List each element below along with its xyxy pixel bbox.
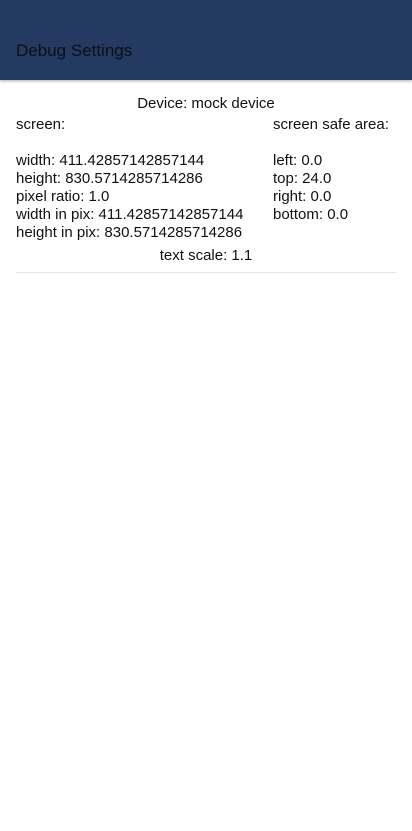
page-title: Debug Settings [16,41,133,60]
safe-area-right: right: 0.0 [273,188,332,205]
safe-area-header: screen safe area: [273,116,389,133]
screen-header: screen: [16,116,66,133]
safe-area-top: top: 24.0 [273,170,332,187]
screen-height: height: 830.5714285714286 [16,170,203,187]
device-label: Device: mock device [137,95,275,112]
metrics-columns: screen: width: 411.42857142857144 height… [16,116,396,250]
screen-width: width: 411.42857142857144 [16,152,205,169]
screen-metrics: screen: width: 411.42857142857144 height… [16,116,271,242]
app-bar: Debug Settings [0,0,412,80]
height-in-pix: height in pix: 830.5714285714286 [16,224,243,241]
safe-area-metrics: screen safe area: left: 0.0 top: 24.0 ri… [273,116,396,224]
debug-info-panel: Device: mock device screen: width: 411.4… [16,94,396,273]
divider [16,272,396,273]
safe-area-left: left: 0.0 [273,152,323,169]
pixel-ratio: pixel ratio: 1.0 [16,188,110,205]
width-in-pix: width in pix: 411.42857142857144 [16,206,244,223]
safe-area-bottom: bottom: 0.0 [273,206,349,223]
